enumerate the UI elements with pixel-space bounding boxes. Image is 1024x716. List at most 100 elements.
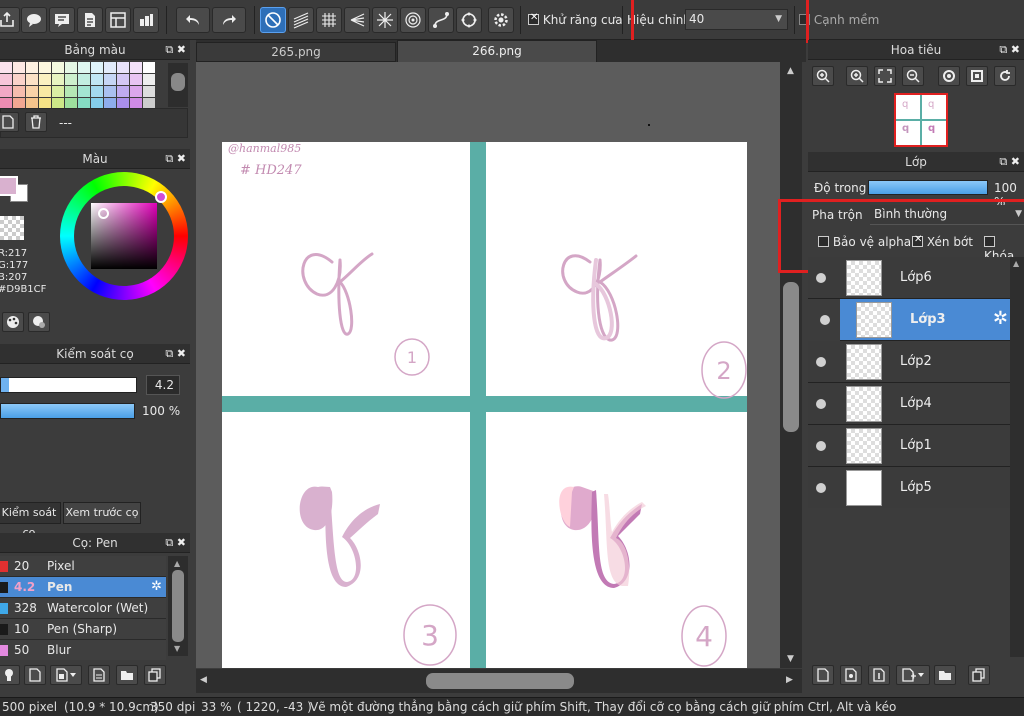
color-swatch[interactable] <box>104 86 116 97</box>
brush-folder-icon[interactable] <box>116 665 138 685</box>
tab-brush-preview[interactable]: Xem trước cọ <box>63 502 141 524</box>
color-swatch[interactable] <box>143 86 155 97</box>
color-swatch[interactable] <box>0 74 12 85</box>
tab-brush-control[interactable]: Kiểm soát cọ <box>0 502 61 539</box>
flip-view-icon[interactable] <box>966 66 988 86</box>
color-swatch[interactable] <box>91 62 103 73</box>
color-swatch[interactable] <box>130 62 142 73</box>
panel-float-close-icon[interactable]: ⧉ ✖ <box>999 40 1020 60</box>
brush-material-dropdown[interactable] <box>50 665 82 685</box>
hue-picker-handle[interactable] <box>155 191 167 203</box>
visibility-eye-icon[interactable] <box>816 399 826 409</box>
vertical-scroll-thumb[interactable] <box>783 282 799 432</box>
antialias-option[interactable]: Khử răng cưa <box>528 12 623 27</box>
color-palette-icon[interactable] <box>2 312 24 332</box>
sv-picker-handle[interactable] <box>98 208 109 219</box>
protect-alpha-checkbox[interactable] <box>818 236 829 247</box>
canvas-viewport[interactable]: @hanmal985 # HD247 1 2 3 4 <box>196 62 780 668</box>
color-swatch[interactable] <box>13 86 25 97</box>
color-swatch[interactable] <box>52 74 64 85</box>
layer-row[interactable]: Lớp3 ✲ <box>820 299 1010 341</box>
color-swatch[interactable] <box>39 86 51 97</box>
color-settings-icon[interactable] <box>28 312 50 332</box>
rotate-view-icon[interactable] <box>938 66 960 86</box>
color-swatch[interactable] <box>130 74 142 85</box>
color-swatch[interactable] <box>65 86 77 97</box>
primary-color-swatch[interactable] <box>0 176 18 196</box>
grid-panel-icon[interactable] <box>133 7 159 33</box>
brush-size-slider[interactable] <box>0 377 137 393</box>
vanishing-point-icon[interactable] <box>344 7 370 33</box>
snap-off-icon[interactable] <box>260 7 286 33</box>
color-swatch[interactable] <box>104 74 116 85</box>
panel-float-close-icon[interactable]: ⧉ ✖ <box>999 152 1020 172</box>
export-icon[interactable] <box>0 7 20 33</box>
layer-row[interactable]: Lớp5 <box>808 467 1010 509</box>
antialias-checkbox[interactable] <box>528 12 539 25</box>
document-icon[interactable] <box>77 7 103 33</box>
color-swatch[interactable] <box>13 74 25 85</box>
brush-item[interactable]: 328 Watercolor (Wet) <box>0 598 166 619</box>
transparent-color-swatch[interactable] <box>0 216 24 240</box>
color-swatch[interactable] <box>26 86 38 97</box>
horizontal-scroll-thumb[interactable] <box>426 673 574 689</box>
color-swatch[interactable] <box>65 62 77 73</box>
undo-icon[interactable] <box>176 7 210 33</box>
brush-settings-file-icon[interactable] <box>88 665 110 685</box>
panel-layout-icon[interactable] <box>105 7 131 33</box>
concentric-snap-icon[interactable] <box>400 7 426 33</box>
zoom-out-icon[interactable] <box>902 66 924 86</box>
color-swatch[interactable] <box>91 74 103 85</box>
snap-settings-gear-icon[interactable] <box>488 7 514 33</box>
brush-settings-gear-icon[interactable]: ✲ <box>151 579 162 594</box>
fit-screen-icon[interactable] <box>874 66 896 86</box>
circle-snap-icon[interactable] <box>456 7 482 33</box>
drawing-paper[interactable]: @hanmal985 # HD247 1 2 3 4 <box>222 142 747 668</box>
color-swatch[interactable] <box>65 74 77 85</box>
color-swatch[interactable] <box>78 74 90 85</box>
brush-opacity-slider[interactable] <box>0 403 135 419</box>
new-1bit-layer-icon[interactable] <box>868 665 890 685</box>
add-material-dropdown[interactable] <box>896 665 930 685</box>
blend-mode-dropdown[interactable]: Bình thường ▼ <box>870 205 1024 225</box>
lock-checkbox[interactable] <box>984 236 995 247</box>
zoom-in-icon[interactable] <box>812 66 834 86</box>
new-palette-icon[interactable] <box>0 112 19 132</box>
layer-row[interactable]: Lớp4 <box>808 383 1010 425</box>
color-swatch[interactable] <box>117 62 129 73</box>
layer-opacity-slider[interactable] <box>868 180 988 195</box>
zoom-plus-icon[interactable] <box>846 66 868 86</box>
visibility-eye-icon[interactable] <box>816 357 826 367</box>
duplicate-layer-icon[interactable] <box>968 665 990 685</box>
new-8bit-layer-icon[interactable] <box>840 665 862 685</box>
speech-bubble-icon[interactable] <box>21 7 47 33</box>
panel-float-close-icon[interactable]: ⧉ ✖ <box>165 533 186 553</box>
layer-settings-gear-icon[interactable]: ✲ <box>993 308 1008 329</box>
reset-rotation-icon[interactable] <box>994 66 1016 86</box>
canvas-horizontal-scrollbar[interactable]: ◀ ▶ <box>196 669 802 693</box>
correction-dropdown[interactable]: 40 ▼ <box>685 9 788 30</box>
clipping-option[interactable]: Xén bớt <box>912 234 973 249</box>
tab-file-265[interactable]: 265.png <box>196 42 396 62</box>
brush-item[interactable]: 50 Blur <box>0 640 166 661</box>
grid-snap-icon[interactable] <box>316 7 342 33</box>
clipping-checkbox[interactable] <box>912 234 923 247</box>
navigator-preview[interactable]: q q q q <box>894 93 948 147</box>
color-swatch[interactable] <box>52 86 64 97</box>
color-swatch[interactable] <box>104 62 116 73</box>
color-swatch[interactable] <box>39 74 51 85</box>
new-layer-icon[interactable] <box>812 665 834 685</box>
hue-ring[interactable] <box>60 172 188 300</box>
smooth-option[interactable]: Cạnh mềm <box>799 13 879 27</box>
color-swatch[interactable] <box>39 62 51 73</box>
layer-row[interactable]: Lớp2 <box>808 341 1010 383</box>
curve-snap-icon[interactable] <box>428 7 454 33</box>
visibility-eye-icon[interactable] <box>820 315 830 325</box>
layer-row[interactable]: Lớp6 <box>808 257 1010 299</box>
layer-scrollbar[interactable]: ▲ <box>1010 257 1024 657</box>
parallel-snap-icon[interactable] <box>288 7 314 33</box>
trash-icon[interactable] <box>25 112 47 132</box>
protect-alpha-option[interactable]: Bảo vệ alpha <box>818 235 911 249</box>
brush-item[interactable]: 10 Pen (Sharp) <box>0 619 166 640</box>
palette-scrollbar[interactable] <box>168 63 188 107</box>
